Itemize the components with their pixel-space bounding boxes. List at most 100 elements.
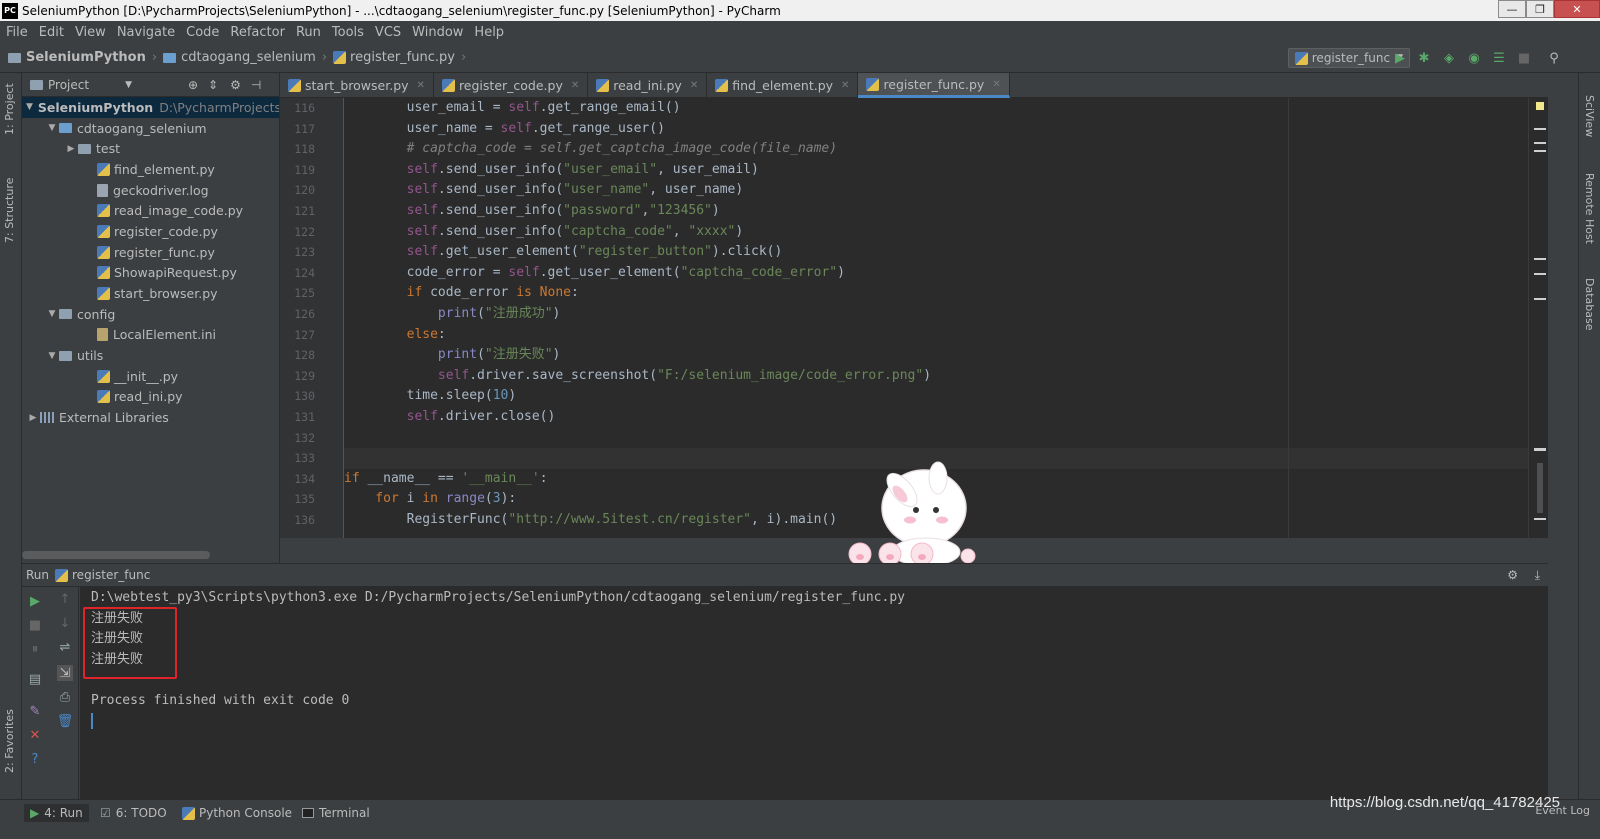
chevron-down-icon[interactable]: ▼: [26, 102, 33, 112]
run-coverage-icon[interactable]: ◈: [1441, 50, 1457, 66]
project-tool-tab[interactable]: 1: Project: [3, 83, 16, 135]
tree-item[interactable]: ▼ utils: [22, 345, 279, 366]
print-icon[interactable]: ⎙: [57, 689, 73, 705]
inspection-status-icon[interactable]: [1536, 102, 1544, 110]
close-tab-icon[interactable]: ✕: [841, 80, 849, 91]
bottom-tab-todo[interactable]: ☑ 6: TODO: [100, 804, 167, 822]
bottom-tab-python-console[interactable]: Python Console: [182, 804, 292, 822]
tree-item[interactable]: ▶ External Libraries: [22, 407, 279, 428]
restore-layout-icon[interactable]: ▤: [27, 671, 43, 687]
debug-icon[interactable]: ✱: [1416, 50, 1432, 66]
menu-edit[interactable]: Edit: [39, 25, 64, 40]
hide-panel-icon[interactable]: ⊣: [251, 78, 261, 92]
profile-icon[interactable]: ◉: [1466, 50, 1482, 66]
tree-item[interactable]: __init__.py: [22, 366, 279, 387]
bottom-tab-terminal[interactable]: Terminal: [302, 804, 370, 822]
stripe-mark[interactable]: [1534, 150, 1546, 152]
close-tab-icon[interactable]: ✕: [992, 79, 1000, 90]
gear-icon[interactable]: ⚙: [1507, 568, 1518, 582]
stripe-mark[interactable]: [1534, 518, 1546, 520]
menu-refactor[interactable]: Refactor: [230, 25, 285, 40]
favorites-tool-tab[interactable]: 2: Favorites: [3, 709, 16, 773]
concurrency-icon[interactable]: ☰: [1491, 50, 1507, 66]
tree-item[interactable]: find_element.py: [22, 159, 279, 180]
stripe-mark[interactable]: [1534, 128, 1546, 130]
target-icon[interactable]: ⊕: [188, 78, 198, 92]
menu-help[interactable]: Help: [474, 25, 504, 40]
stop-icon[interactable]: ■: [1516, 50, 1532, 66]
sciview-tool-tab[interactable]: SciView: [1583, 95, 1596, 137]
collapse-icon[interactable]: ⇕: [208, 78, 218, 92]
tree-item[interactable]: ▶ test: [22, 138, 279, 159]
gear-icon[interactable]: ⚙: [230, 78, 241, 92]
chevron-down-icon[interactable]: ▼: [45, 123, 59, 133]
soft-wrap-icon[interactable]: ⇌: [57, 639, 73, 655]
tree-item[interactable]: read_ini.py: [22, 387, 279, 408]
tree-item[interactable]: ▼ cdtaogang_selenium: [22, 118, 279, 139]
chevron-down-icon[interactable]: ▼: [45, 351, 59, 361]
tree-item[interactable]: register_code.py: [22, 221, 279, 242]
menu-window[interactable]: Window: [412, 25, 463, 40]
error-stripe[interactable]: [1528, 98, 1548, 538]
editor-tab[interactable]: start_browser.py ✕: [280, 73, 434, 98]
horizontal-scrollbar[interactable]: [22, 551, 210, 559]
breadcrumb-file[interactable]: register_func.py ›: [333, 50, 466, 65]
menu-vcs[interactable]: VCS: [375, 25, 401, 40]
chevron-down-icon[interactable]: ▼: [125, 80, 132, 90]
close-tab-icon[interactable]: ✕: [690, 80, 698, 91]
search-icon[interactable]: ⚲: [1546, 50, 1562, 66]
tree-item[interactable]: ShowapiRequest.py: [22, 263, 279, 284]
stripe-mark[interactable]: [1534, 448, 1546, 451]
stripe-mark[interactable]: [1534, 273, 1546, 275]
arrow-down-icon[interactable]: ↓: [57, 615, 73, 631]
scroll-to-end-icon[interactable]: ⇲: [57, 665, 73, 681]
pin-icon[interactable]: ✎: [27, 703, 43, 719]
tree-item[interactable]: ▼ SeleniumPython D:\PycharmProjects\: [22, 97, 279, 118]
chevron-down-icon[interactable]: ▼: [45, 309, 59, 319]
bottom-tab-run[interactable]: ▶ 4: Run: [24, 804, 89, 822]
menu-tools[interactable]: Tools: [332, 25, 364, 40]
stripe-mark[interactable]: [1534, 142, 1546, 144]
minimize-button[interactable]: —: [1498, 0, 1526, 18]
run-panel-config-label[interactable]: register_func: [72, 568, 150, 582]
run-console-output[interactable]: D:\webtest_py3\Scripts\python3.exe D:/Py…: [80, 587, 1548, 799]
stripe-mark[interactable]: [1534, 298, 1546, 300]
tree-item[interactable]: ▼ config: [22, 304, 279, 325]
pause-icon[interactable]: ⏸: [27, 641, 43, 657]
close-tab-icon[interactable]: ✕: [571, 80, 579, 91]
stripe-mark[interactable]: [1534, 258, 1546, 260]
remote-host-tool-tab[interactable]: Remote Host: [1583, 173, 1596, 244]
hide-panel-icon[interactable]: ⤓: [1535, 568, 1540, 583]
tree-item[interactable]: LocalElement.ini: [22, 325, 279, 346]
project-panel-title[interactable]: Project: [48, 78, 89, 92]
breadcrumb-project[interactable]: SeleniumPython ›: [8, 50, 157, 65]
chevron-right-icon[interactable]: ▶: [64, 144, 78, 154]
menu-navigate[interactable]: Navigate: [117, 25, 175, 40]
run-icon[interactable]: ▶: [1392, 50, 1408, 66]
editor-scroll-thumb[interactable]: [1537, 463, 1543, 513]
editor-tab[interactable]: read_ini.py ✕: [588, 73, 708, 98]
editor-tab[interactable]: register_func.py ✕: [858, 73, 1010, 98]
close-icon[interactable]: ✕: [27, 727, 43, 743]
help-icon[interactable]: ?: [27, 751, 43, 767]
stop-icon[interactable]: ■: [27, 617, 43, 633]
tree-item[interactable]: start_browser.py: [22, 283, 279, 304]
menu-run[interactable]: Run: [296, 25, 321, 40]
rerun-icon[interactable]: ▶: [27, 593, 43, 609]
tree-item[interactable]: register_func.py: [22, 242, 279, 263]
trash-icon[interactable]: 🗑: [57, 713, 74, 729]
menu-view[interactable]: View: [75, 25, 106, 40]
tree-item[interactable]: geckodriver.log: [22, 180, 279, 201]
chevron-right-icon[interactable]: ▶: [26, 413, 40, 423]
close-window-button[interactable]: ✕: [1554, 0, 1600, 18]
close-tab-icon[interactable]: ✕: [417, 80, 425, 91]
menu-file[interactable]: File: [6, 25, 28, 40]
editor-tab[interactable]: register_code.py ✕: [434, 73, 589, 98]
tree-item[interactable]: read_image_code.py: [22, 200, 279, 221]
menu-code[interactable]: Code: [186, 25, 219, 40]
maximize-button[interactable]: ❐: [1526, 0, 1554, 18]
arrow-up-icon[interactable]: ↑: [57, 591, 73, 607]
breadcrumb-folder[interactable]: cdtaogang_selenium ›: [163, 50, 327, 65]
database-tool-tab[interactable]: Database: [1583, 278, 1596, 331]
structure-tool-tab[interactable]: 7: Structure: [3, 178, 16, 243]
